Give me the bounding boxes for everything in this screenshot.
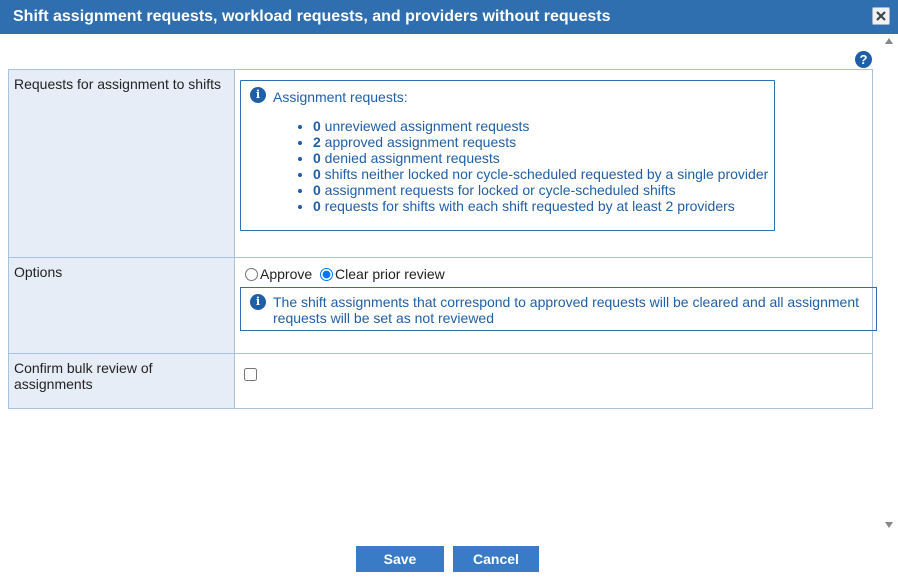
close-icon xyxy=(876,11,886,21)
close-button[interactable] xyxy=(872,7,890,25)
list-item: 0 requests for shifts with each shift re… xyxy=(313,198,768,214)
info-icon: i xyxy=(250,87,266,103)
info-heading: Assignment requests: xyxy=(273,89,408,105)
confirm-value-cell xyxy=(234,353,873,409)
assignment-requests-info-box: i Assignment requests: 0 unreviewed assi… xyxy=(240,80,775,231)
options-value-cell: Approve Clear prior review i The shift a… xyxy=(234,257,877,354)
list-item: 0 unreviewed assignment requests xyxy=(313,118,768,134)
request-count: 0 xyxy=(313,198,321,214)
help-icon[interactable]: ? xyxy=(855,51,872,68)
list-item: 0 assignment requests for locked or cycl… xyxy=(313,182,768,198)
list-item: 2 approved assignment requests xyxy=(313,134,768,150)
request-description: requests for shifts with each shift requ… xyxy=(320,198,735,214)
request-counts-list: 0 unreviewed assignment requests 2 appro… xyxy=(293,118,768,214)
requests-value-cell: i Assignment requests: 0 unreviewed assi… xyxy=(234,69,873,258)
request-count: 2 xyxy=(313,134,321,150)
approve-radio-label[interactable]: Approve xyxy=(260,266,312,282)
options-info-text: The shift assignments that correspond to… xyxy=(273,294,859,326)
request-description: assignment requests for locked or cycle-… xyxy=(320,182,676,198)
requests-label: Requests for assignment to shifts xyxy=(8,69,235,258)
scroll-down-arrow-icon[interactable] xyxy=(885,522,893,528)
request-count: 0 xyxy=(313,118,321,134)
scroll-up-arrow-icon[interactable] xyxy=(885,38,893,44)
options-info-box: i The shift assignments that correspond … xyxy=(240,287,877,331)
form-table: Requests for assignment to shifts i Assi… xyxy=(8,69,877,409)
requests-row: Requests for assignment to shifts i Assi… xyxy=(8,69,873,258)
list-item: 0 denied assignment requests xyxy=(313,150,768,166)
list-item: 0 shifts neither locked nor cycle-schedu… xyxy=(313,166,768,182)
request-count: 0 xyxy=(313,166,321,182)
dialog-title: Shift assignment requests, workload requ… xyxy=(13,8,611,25)
save-button[interactable]: Save xyxy=(356,546,444,572)
request-count: 0 xyxy=(313,182,321,198)
confirm-bulk-review-checkbox[interactable] xyxy=(244,368,257,381)
options-label: Options xyxy=(8,257,235,354)
info-icon: i xyxy=(250,294,266,310)
request-description: approved assignment requests xyxy=(320,134,517,150)
options-row: Options Approve Clear prior review i The… xyxy=(8,257,877,354)
clear-prior-review-radio[interactable] xyxy=(320,268,334,281)
dialog-titlebar: Shift assignment requests, workload requ… xyxy=(0,0,898,34)
request-count: 0 xyxy=(313,150,321,166)
clear-prior-review-radio-label[interactable]: Clear prior review xyxy=(335,266,445,282)
review-option-group: Approve Clear prior review xyxy=(245,266,449,282)
confirm-row: Confirm bulk review of assignments xyxy=(8,353,873,409)
request-description: unreviewed assignment requests xyxy=(320,118,530,134)
confirm-label: Confirm bulk review of assignments xyxy=(8,353,235,409)
approve-radio[interactable] xyxy=(245,268,258,281)
request-description: shifts neither locked nor cycle-schedule… xyxy=(320,166,769,182)
cancel-button[interactable]: Cancel xyxy=(453,546,539,572)
request-description: denied assignment requests xyxy=(320,150,500,166)
